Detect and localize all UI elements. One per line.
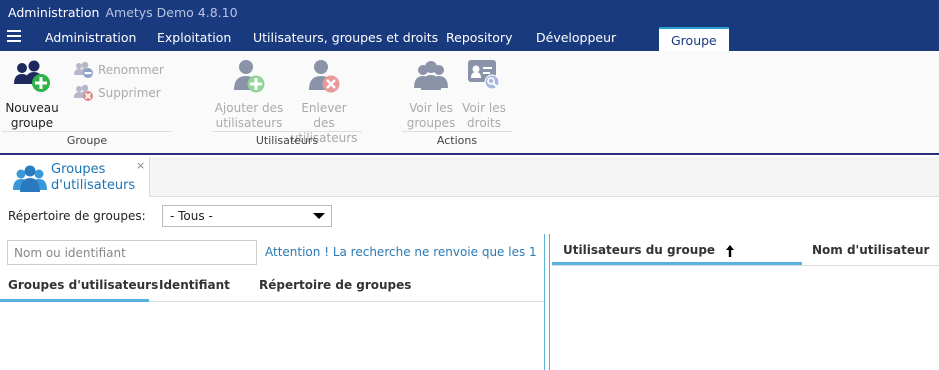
- hamburger-icon[interactable]: [7, 30, 21, 42]
- tab-user-groups[interactable]: Groupes d'utilisateurs ×: [0, 157, 150, 197]
- new-group-button[interactable]: Nouveau groupe: [4, 60, 60, 131]
- search-limit-warning: Attention ! La recherche ne renvoie que …: [265, 245, 537, 259]
- group-add-icon: [14, 60, 50, 92]
- delete-group-button[interactable]: Supprimer: [73, 84, 161, 102]
- tool-tabstrip: Groupes d'utilisateurs ×: [0, 157, 939, 197]
- view-groups-label-2: groupes: [406, 116, 456, 130]
- search-input[interactable]: [7, 240, 257, 265]
- app-titlebar: Administration Ametys Demo 4.8.10: [0, 0, 939, 24]
- group-view-icon: [414, 61, 448, 90]
- directory-select[interactable]: - Tous -: [162, 205, 332, 227]
- view-rights-label-1: Voir les: [462, 101, 506, 115]
- ribbon-group-label-users: Utilisateurs: [255, 134, 319, 147]
- new-group-label-2: groupe: [10, 116, 54, 130]
- main-menubar: Administration Exploitation Utilisateurs…: [0, 24, 939, 51]
- panel-splitter[interactable]: [544, 234, 550, 370]
- user-remove-icon: [309, 60, 340, 93]
- tab-label-line-2: d'utilisateurs: [51, 178, 136, 193]
- remove-users-label-1: Enlever des: [301, 101, 347, 130]
- group-users-grid-body: [552, 267, 939, 370]
- ribbon: Nouveau groupe Renommer Supprimer Groupe: [0, 51, 939, 155]
- group-rename-icon: [74, 61, 93, 78]
- group-users-grid-header: Utilisateurs du groupe Nom d'utilisateur: [552, 234, 939, 266]
- menu-tab-repository[interactable]: Repository: [446, 24, 512, 51]
- view-rights-label-2: droits: [467, 116, 501, 130]
- close-icon[interactable]: ×: [136, 159, 145, 172]
- groups-grid-body: [0, 303, 544, 370]
- menu-tab-group[interactable]: Groupe: [659, 27, 729, 51]
- groups-icon: [13, 165, 47, 192]
- tab-label-line-1: Groupes: [51, 162, 106, 177]
- column-header-group-users[interactable]: Utilisateurs du groupe: [552, 234, 802, 265]
- rename-group-button[interactable]: Renommer: [73, 61, 164, 79]
- menu-tab-exploitation[interactable]: Exploitation: [157, 24, 231, 51]
- view-groups-label-1: Voir les: [409, 101, 453, 115]
- add-users-button[interactable]: Ajouter des utilisateurs: [214, 58, 284, 131]
- column-header-group-users-label: Utilisateurs du groupe: [563, 243, 716, 257]
- sort-up-arrow-icon: [726, 244, 735, 257]
- menu-tab-administration[interactable]: Administration: [45, 24, 136, 51]
- new-group-label-1: Nouveau: [5, 101, 59, 115]
- view-groups-button[interactable]: Voir les groupes: [403, 58, 459, 131]
- menu-tab-users-groups-rights[interactable]: Utilisateurs, groupes et droits: [253, 24, 438, 51]
- groups-grid-header: Groupes d'utilisateurs Identifiant Réper…: [0, 268, 544, 302]
- column-header-groups[interactable]: Groupes d'utilisateurs: [0, 268, 158, 302]
- rights-view-icon: [468, 60, 500, 90]
- add-users-label-2: utilisateurs: [215, 116, 283, 130]
- ribbon-group-label-group: Groupe: [66, 134, 108, 147]
- delete-group-label: Supprimer: [98, 86, 161, 100]
- user-add-icon: [234, 60, 265, 93]
- directory-label: Répertoire de groupes:: [8, 209, 146, 223]
- ribbon-group-separator: [2, 131, 172, 132]
- remove-users-button[interactable]: Enlever des utilisateurs: [289, 58, 359, 146]
- app-name: Administration: [8, 4, 100, 20]
- view-rights-button[interactable]: Voir les droits: [460, 58, 508, 131]
- ribbon-actions-separator: [402, 131, 512, 132]
- column-header-username[interactable]: Nom d'utilisateur: [812, 234, 929, 266]
- tab-user-groups-label: Groupes d'utilisateurs: [51, 162, 146, 194]
- rename-group-label: Renommer: [98, 63, 164, 77]
- add-users-label-1: Ajouter des: [214, 101, 284, 115]
- caret-down-icon: [313, 213, 325, 219]
- ribbon-users-separator: [212, 131, 362, 132]
- directory-select-value: - Tous -: [170, 209, 213, 223]
- menu-tab-developer[interactable]: Développeur: [536, 24, 616, 51]
- ribbon-group-label-actions: Actions: [436, 134, 478, 147]
- app-version: Ametys Demo 4.8.10: [105, 4, 238, 20]
- column-header-identifier[interactable]: Identifiant: [159, 268, 230, 302]
- column-header-group-directory[interactable]: Répertoire de groupes: [259, 268, 411, 302]
- group-delete-icon: [74, 84, 93, 101]
